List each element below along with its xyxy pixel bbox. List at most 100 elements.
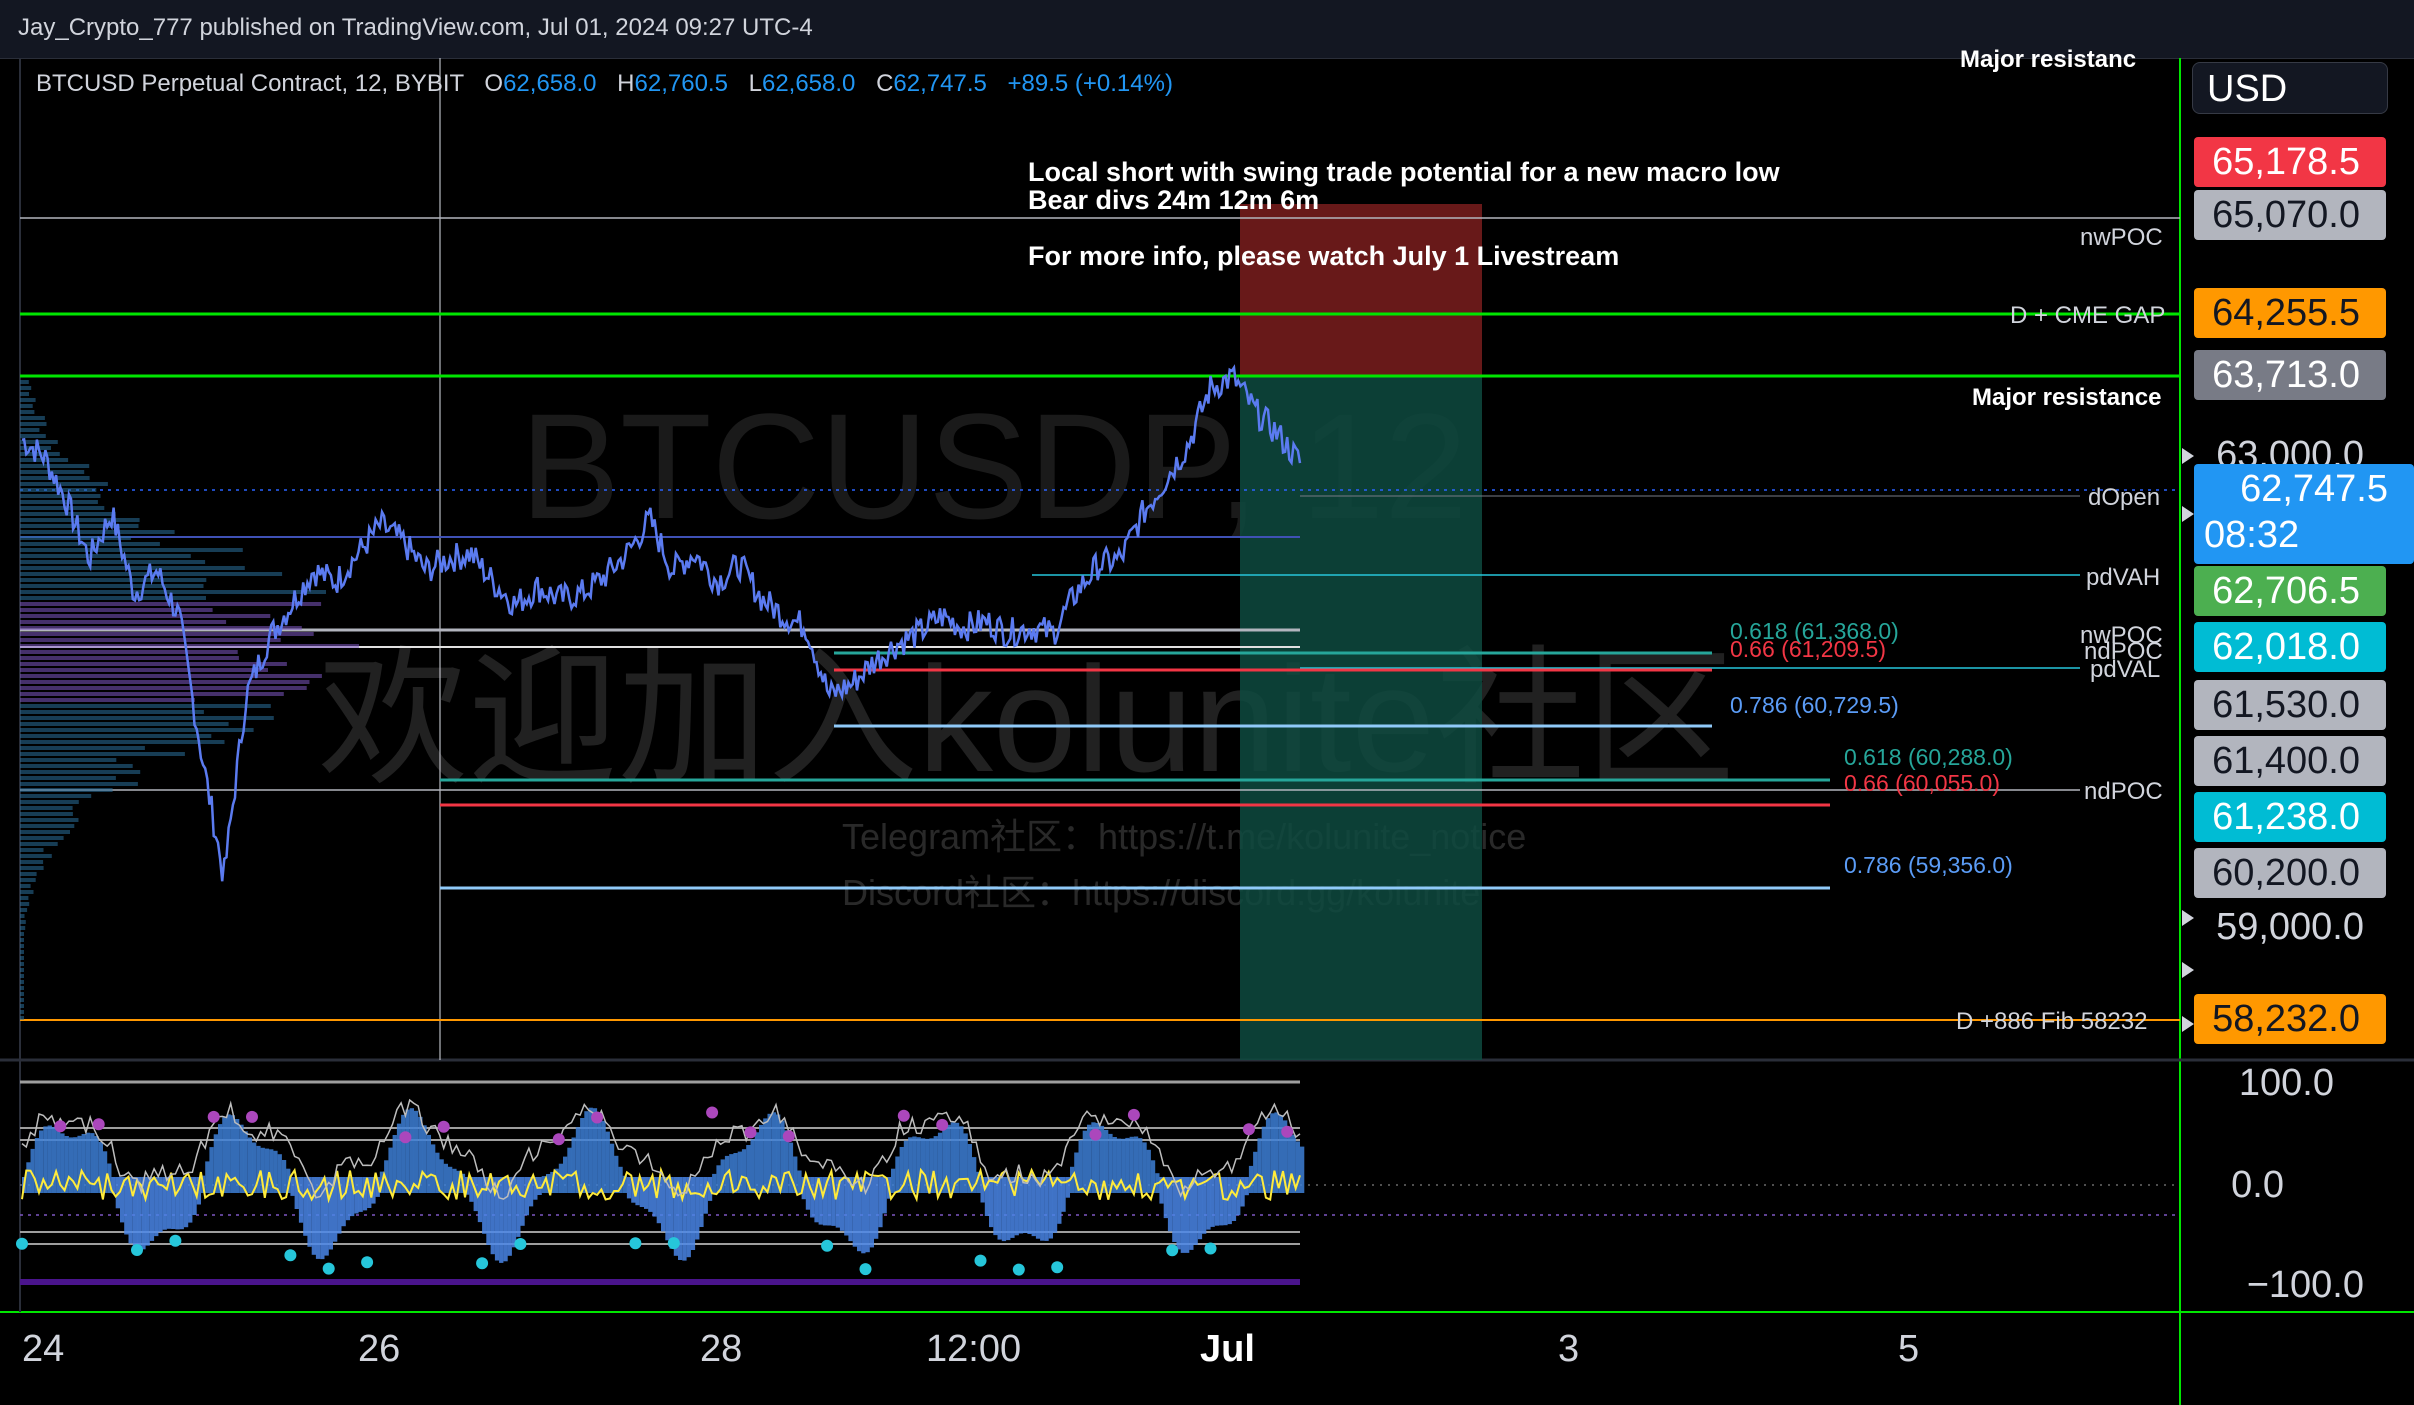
volume-profile-bar [20,716,274,720]
oscillator-bar [239,1124,244,1193]
volume-profile-bar [20,968,24,972]
oscillator-dot [476,1257,489,1270]
oscillator-bar [1223,1177,1228,1226]
change-value: +89.5 (+0.14%) [1007,70,1173,97]
volume-profile-bar [20,554,191,558]
oscillator-bar [26,1162,31,1193]
volume-profile-bar [20,998,24,1002]
volume-profile-bar [20,950,24,954]
oscillator-bar [759,1124,764,1193]
oscillator-dot [744,1126,757,1139]
oscillator-bar [1018,1177,1024,1234]
oscillator-bar [439,1159,444,1193]
volume-profile-bar [20,890,34,894]
oscillator-bar [1082,1130,1087,1193]
volume-profile-bar [20,434,46,438]
volume-profile-bar [20,866,44,870]
high-label: H [617,70,635,97]
dopen-label: dOpen [2088,484,2161,511]
price-label-last: 62,747.5 08:32 [2194,464,2414,564]
volume-profile-bar [20,560,206,564]
take-profit-zone[interactable] [1240,376,1482,1060]
oscillator-bar [750,1139,755,1193]
oscillator-dot [897,1109,910,1122]
oscillator-bar [1197,1177,1203,1240]
oscillator-bar [891,1168,896,1193]
volume-profile-bar [20,788,113,792]
ndpoc2-label: ndPOC [2084,778,2163,805]
oscillator-dot [706,1106,719,1119]
oscillator-dot [629,1237,642,1250]
oscillator-dot [782,1130,795,1143]
oscillator-bar [754,1132,759,1193]
oscillator-bar [989,1177,994,1228]
oscillator-dot [1089,1128,1102,1141]
volume-profile-bar [20,662,287,666]
oscillator-bar [997,1177,1002,1240]
volume-profile-bar [20,674,322,678]
volume-profile-bar [20,734,212,738]
oscillator-dot [207,1110,220,1123]
volume-profile-bar [20,626,302,630]
oscillator-bar [609,1143,615,1193]
oscillator-bar [1001,1177,1007,1242]
oscillator-bar [661,1177,666,1232]
volume-profile-bar [20,746,145,750]
volume-profile-bar [20,692,284,696]
volume-profile-bar [20,608,213,612]
volume-profile-bar [20,596,206,600]
oscillator-bar [1129,1136,1134,1193]
volume-profile-bar [20,386,32,390]
volume-profile-bar [20,704,271,708]
oscillator-dot [552,1133,565,1146]
trade-annotation[interactable]: Local short with swing trade potential f… [1028,158,1780,270]
price-label-61530: 61,530.0 [2194,680,2386,730]
oscillator-bar [601,1120,606,1193]
oscillator-bar [827,1177,832,1226]
oscillator-bar [307,1177,312,1247]
volume-profile-bar [20,980,24,984]
price-label-60200: 60,200.0 [2194,848,2386,898]
last-price: 62,747.5 [2240,468,2388,510]
pdval-label: pdVAL [2090,656,2161,683]
symbol-title[interactable]: BTCUSD Perpetual Contract, 12, BYBIT [36,70,464,97]
oscillator-dot [169,1234,182,1247]
oscillator-bar [580,1118,585,1193]
oscillator-bar [993,1177,998,1236]
high-value: 62,760.5 [634,70,728,97]
oscillator-dot [361,1256,374,1269]
volume-profile-bar [20,722,229,726]
volume-profile-bar [20,584,204,588]
volume-profile-bar [20,854,52,858]
oscillator-bar [303,1177,308,1236]
annotation-line-2: Bear divs 24m 12m 6m [1028,185,1320,215]
oscillator-bar [503,1177,508,1262]
time-tick-24: 24 [22,1328,65,1370]
oscillator-bar [298,1177,304,1223]
oscillator-bar [1044,1177,1049,1241]
price-label-ndpoc: 61,238.0 [2194,792,2386,842]
volume-profile-bar [20,992,24,996]
volume-profile-bar [20,422,47,426]
oscillator-bar [537,1177,542,1195]
oscillator-bar [584,1111,589,1193]
oscillator-bar [963,1133,968,1193]
currency-selector[interactable]: USD [2192,62,2388,114]
volume-profile-bar [20,830,70,834]
oscillator-dot [821,1239,834,1252]
volume-profile-bar [20,860,44,864]
oscillator-bar [68,1137,74,1193]
volume-profile-bar [20,494,101,498]
volume-profile-bar [20,656,239,660]
volume-profile-bar [20,1010,24,1014]
volume-profile-bar [20,836,64,840]
volume-profile-bar [20,902,30,906]
oscillator-bar [149,1177,155,1241]
oscillator-bar [1078,1140,1083,1193]
volume-profile-bar [20,710,204,714]
volume-profile-bar [20,878,36,882]
volume-profile-bar [20,896,29,900]
oscillator-bar [1172,1177,1177,1242]
osc-tick-neg100: −100.0 [2246,1264,2364,1306]
open-label: O [484,70,504,97]
